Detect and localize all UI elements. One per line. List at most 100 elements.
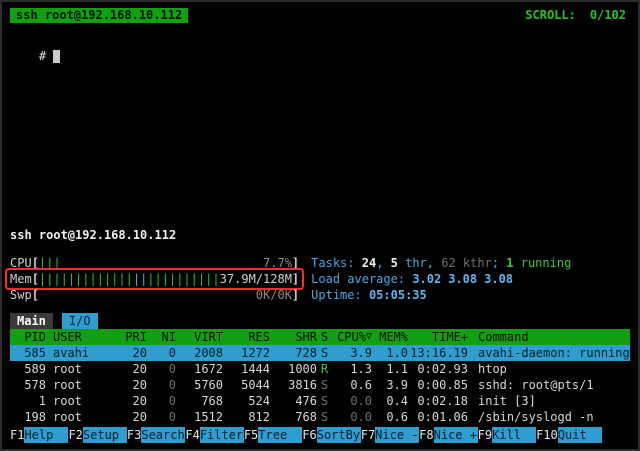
cell-user: avahi bbox=[46, 345, 111, 361]
function-key-bar: F1Help F2Setup F3Search F4Filter F5Tree … bbox=[10, 427, 630, 443]
fkey-label: Search bbox=[141, 427, 185, 443]
uptime-stats: Uptime: 05:05:35 bbox=[311, 287, 427, 303]
fkey-number: F2 bbox=[68, 427, 82, 443]
fkey-number: F1 bbox=[10, 427, 24, 443]
cell-ni: 0 bbox=[147, 345, 176, 361]
fkey-label: SortBy bbox=[317, 427, 361, 443]
process-row[interactable]: 198 root 20 0 1512 812 768 S 0.0 0.6 0:0… bbox=[10, 409, 630, 425]
cell-command: htop bbox=[468, 361, 630, 377]
fkey-label: Nice + bbox=[434, 427, 478, 443]
fkey-help[interactable]: F1Help bbox=[10, 427, 68, 443]
fkey-number: F10 bbox=[536, 427, 558, 443]
htop-tab-bar: Main I/O bbox=[10, 313, 630, 329]
cell-command: init [3] bbox=[468, 393, 630, 409]
bottom-pane-titlebar[interactable]: ssh root@192.168.10.112 bbox=[10, 227, 630, 243]
scroll-indicator: SCROLL:0/102 bbox=[525, 7, 626, 23]
fkey-search[interactable]: F3Search bbox=[127, 427, 185, 443]
threads-count: 5 bbox=[391, 256, 398, 270]
cell-ni: 0 bbox=[147, 393, 176, 409]
tab-main[interactable]: Main bbox=[10, 313, 53, 329]
load-average-label: Load average: bbox=[311, 272, 412, 286]
column-header-ni[interactable]: NI bbox=[147, 329, 176, 345]
tab-io[interactable]: I/O bbox=[62, 313, 98, 329]
kernel-threads: 62 kthr bbox=[441, 256, 492, 270]
column-header-user[interactable]: USER bbox=[46, 329, 111, 345]
cell-time: 0:00.85 bbox=[408, 377, 468, 393]
cell-state: S bbox=[317, 409, 332, 425]
cell-state: R bbox=[317, 361, 332, 377]
column-header-time[interactable]: TIME+ bbox=[408, 329, 468, 345]
column-header-cpu[interactable]: CPU%▽ bbox=[332, 329, 372, 345]
swap-meter-line: Swp[0K/0K] Uptime: 05:05:35 bbox=[10, 287, 630, 303]
fkey-label: Kill bbox=[492, 427, 536, 443]
fkey-number: F7 bbox=[361, 427, 375, 443]
fkey-number: F3 bbox=[127, 427, 141, 443]
cell-pri: 20 bbox=[111, 345, 147, 361]
running-label: running bbox=[514, 256, 572, 270]
load-1min: 3.02 bbox=[412, 272, 441, 286]
fkey-tree[interactable]: F5Tree bbox=[244, 427, 302, 443]
top-pane-title[interactable]: ssh root@192.168.10.112 bbox=[10, 8, 188, 23]
column-header-command[interactable]: Command bbox=[468, 329, 630, 345]
cell-cpu: 3.9 bbox=[332, 345, 372, 361]
load-5min: 3.08 bbox=[448, 272, 477, 286]
column-header-pid[interactable]: PID bbox=[10, 329, 46, 345]
cell-mem: 3.9 bbox=[372, 377, 408, 393]
fkey-filter[interactable]: F4Filter bbox=[185, 427, 243, 443]
cell-shr: 1000 bbox=[270, 361, 317, 377]
cell-pid: 198 bbox=[10, 409, 46, 425]
threads-label: thr, bbox=[398, 256, 441, 270]
cell-command: sshd: root@pts/1 bbox=[468, 377, 630, 393]
cell-virt: 768 bbox=[176, 393, 223, 409]
cell-pid: 578 bbox=[10, 377, 46, 393]
cell-command: /sbin/syslogd -n bbox=[468, 409, 630, 425]
cell-pri: 20 bbox=[111, 361, 147, 377]
top-pane-titlebar[interactable]: ssh root@192.168.10.112 SCROLL:0/102 bbox=[10, 7, 630, 23]
column-header-shr[interactable]: SHR bbox=[270, 329, 317, 345]
bottom-pane-title: ssh root@192.168.10.112 bbox=[10, 228, 176, 242]
column-header-pri[interactable]: PRI bbox=[111, 329, 147, 345]
fkey-setup[interactable]: F2Setup bbox=[68, 427, 126, 443]
swap-meter: Swp[0K/0K] bbox=[10, 287, 299, 303]
cell-pri: 20 bbox=[111, 377, 147, 393]
cell-shr: 3816 bbox=[270, 377, 317, 393]
load-average-stats: Load average: 3.023.083.08 bbox=[311, 271, 513, 287]
fkey-number: F8 bbox=[419, 427, 433, 443]
terminal-window: ssh root@192.168.10.112 SCROLL:0/102 # s… bbox=[0, 0, 640, 451]
cell-command: avahi-daemon: running bbox=[468, 345, 630, 361]
cell-pri: 20 bbox=[111, 409, 147, 425]
fkey-number: F5 bbox=[244, 427, 258, 443]
column-header-state[interactable]: S bbox=[317, 329, 332, 345]
shell-prompt[interactable]: # bbox=[10, 32, 630, 48]
fkey-sortby[interactable]: F6SortBy bbox=[302, 427, 360, 443]
swap-meter-value: 0K/0K bbox=[256, 287, 292, 303]
fkey-label: Filter bbox=[200, 427, 244, 443]
cell-shr: 728 bbox=[270, 345, 317, 361]
cell-shr: 768 bbox=[270, 409, 317, 425]
cell-mem: 1.1 bbox=[372, 361, 408, 377]
cell-virt: 2008 bbox=[176, 345, 223, 361]
fkey-kill[interactable]: F9Kill bbox=[478, 427, 536, 443]
column-header-res[interactable]: RES bbox=[223, 329, 270, 345]
process-row-selected[interactable]: 585 avahi 20 0 2008 1272 728 S 3.9 1.0 1… bbox=[10, 345, 630, 361]
cell-ni: 0 bbox=[147, 409, 176, 425]
cell-time: 13:16.19 bbox=[408, 345, 468, 361]
process-row[interactable]: 589 root 20 0 1672 1444 1000 R 1.3 1.1 0… bbox=[10, 361, 630, 377]
scroll-label: SCROLL: bbox=[525, 8, 576, 22]
fkey-label: Help bbox=[24, 427, 68, 443]
cell-mem: 1.0 bbox=[372, 345, 408, 361]
cell-state: S bbox=[317, 377, 332, 393]
cell-pid: 589 bbox=[10, 361, 46, 377]
process-row[interactable]: 578 root 20 0 5760 5044 3816 S 0.6 3.9 0… bbox=[10, 377, 630, 393]
top-pane-empty-area[interactable] bbox=[10, 48, 630, 227]
fkey-nice-plus[interactable]: F8Nice + bbox=[419, 427, 477, 443]
bracket-open: [ bbox=[32, 287, 39, 303]
process-table: PID USER PRI NI VIRT RES SHR S CPU%▽ MEM… bbox=[10, 329, 630, 425]
fkey-number: F9 bbox=[478, 427, 492, 443]
cell-mem: 0.6 bbox=[372, 409, 408, 425]
column-header-mem[interactable]: MEM% bbox=[372, 329, 408, 345]
process-row[interactable]: 1 root 20 0 768 524 476 S 0.0 0.4 0:02.1… bbox=[10, 393, 630, 409]
column-header-virt[interactable]: VIRT bbox=[176, 329, 223, 345]
fkey-nice-minus[interactable]: F7Nice - bbox=[361, 427, 419, 443]
fkey-quit[interactable]: F10Quit bbox=[536, 427, 602, 443]
